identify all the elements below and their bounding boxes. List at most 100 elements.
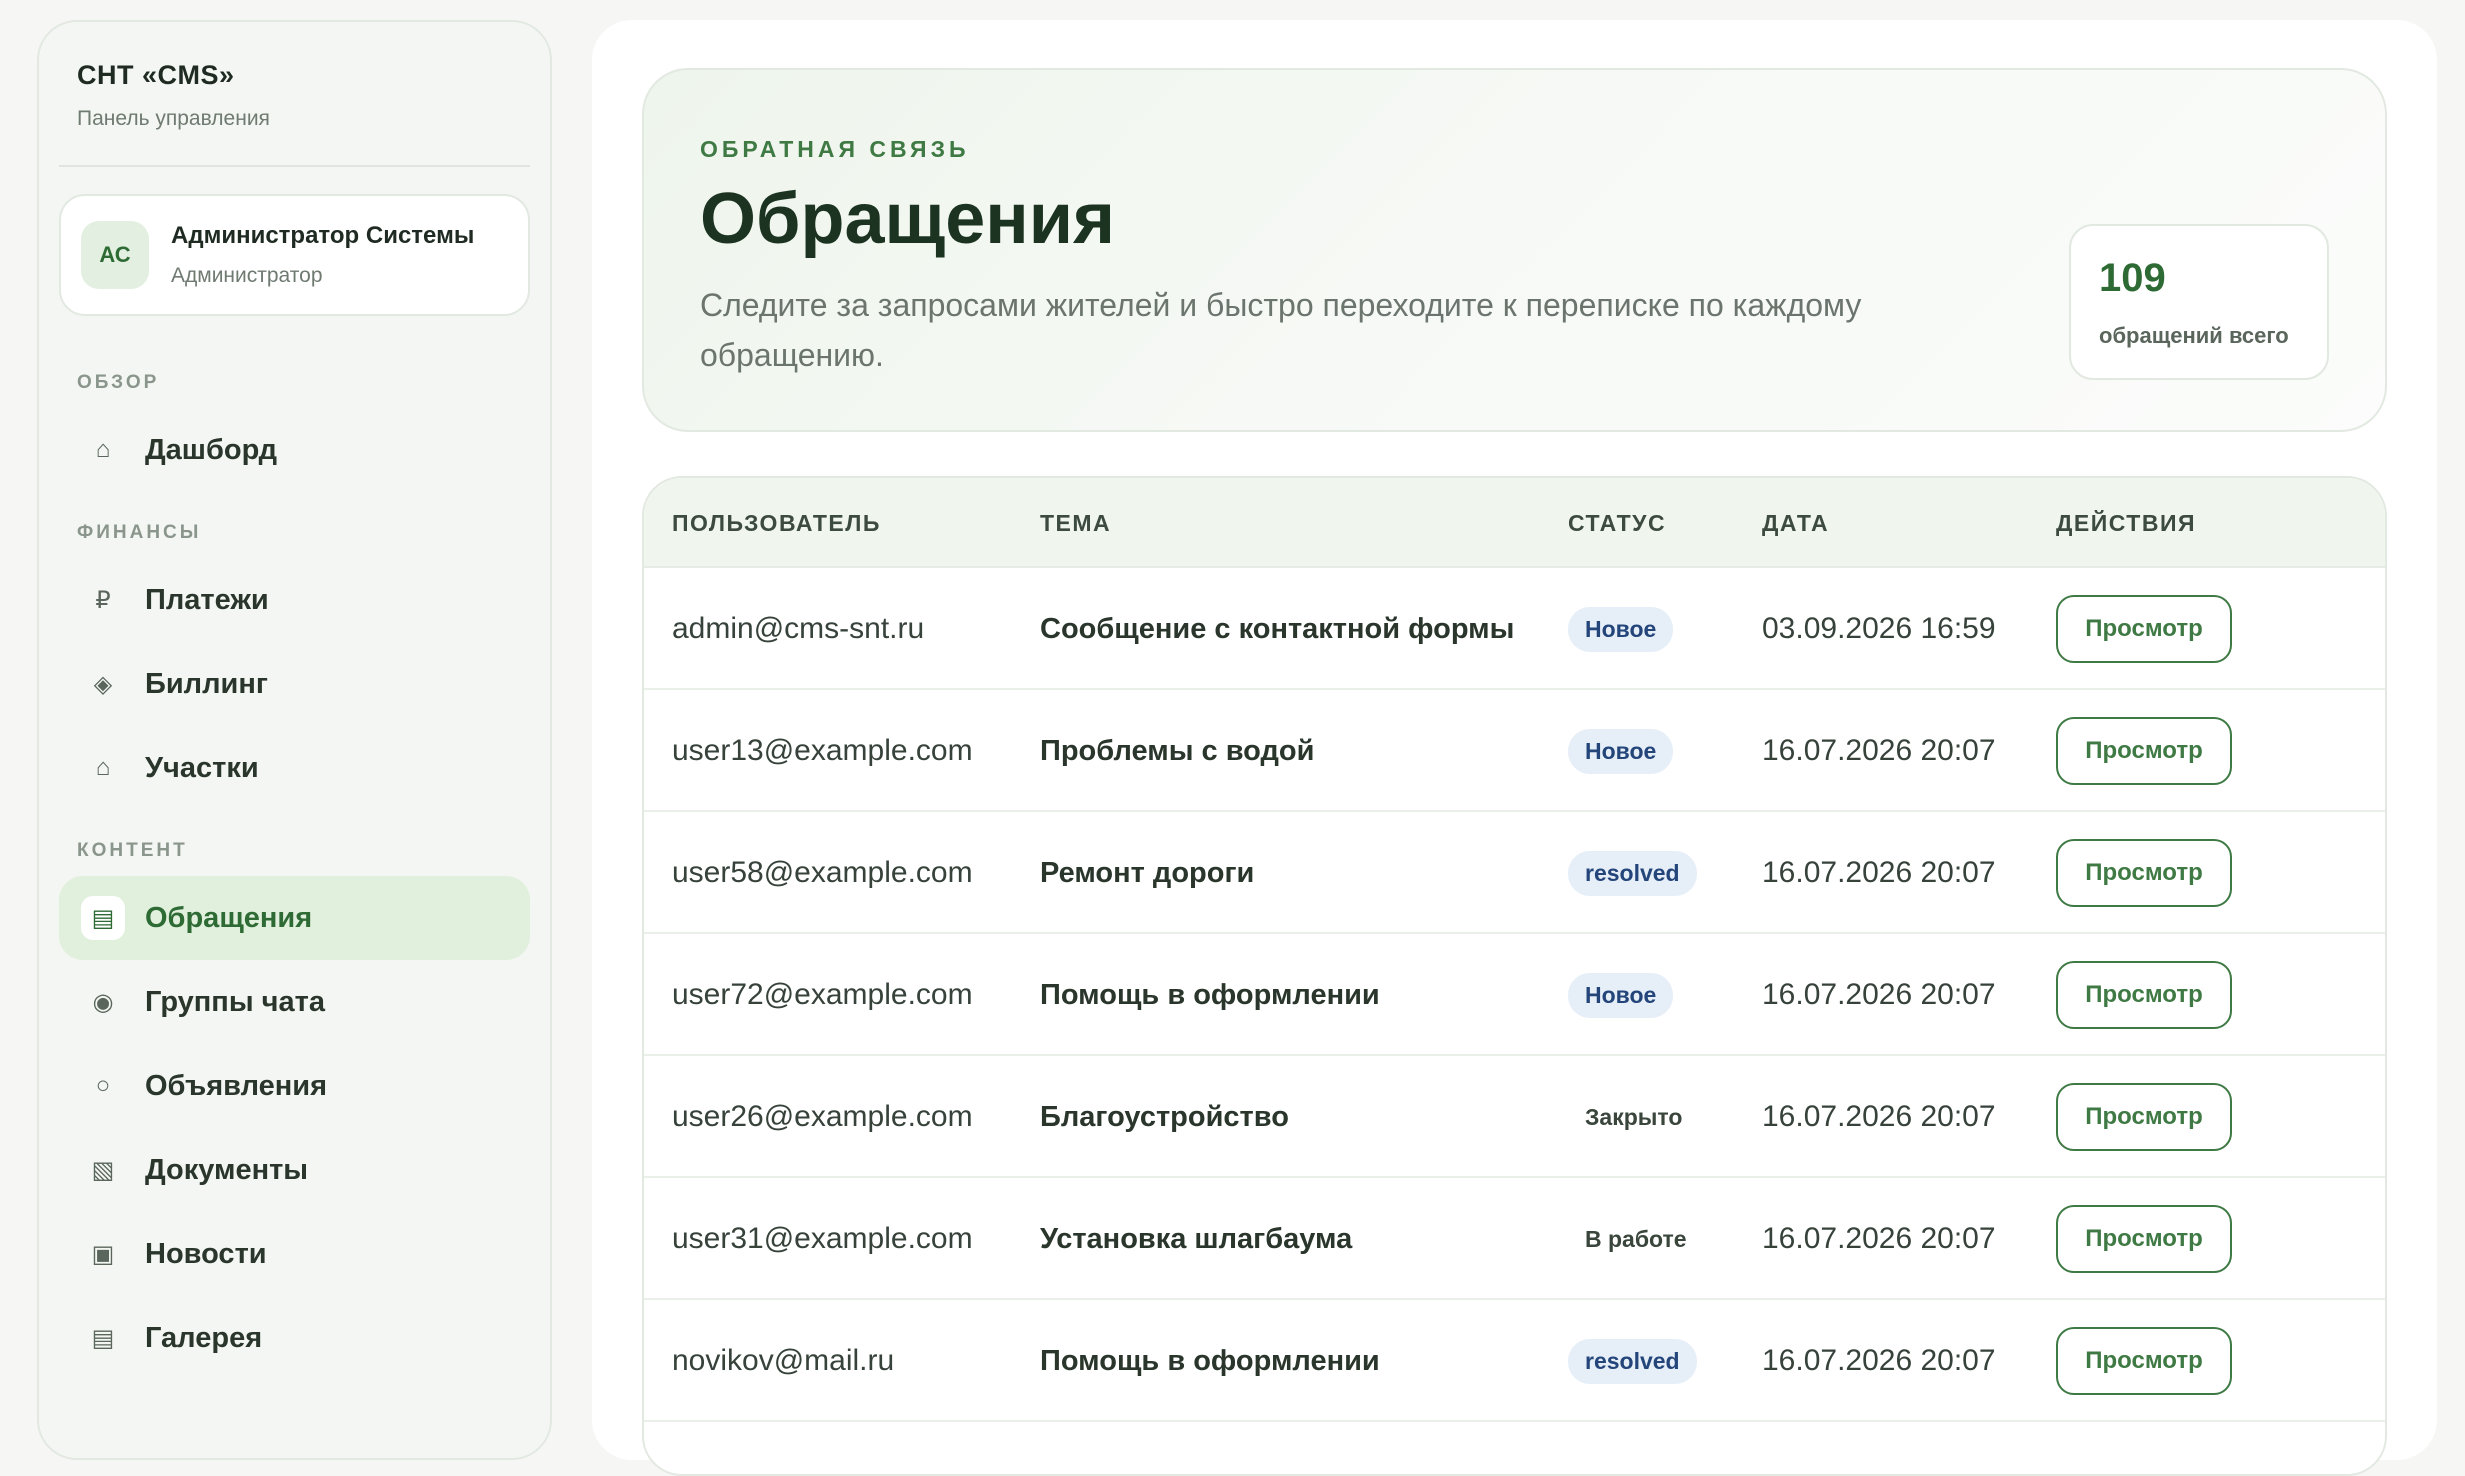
row-topic: Ремонт дороги (1040, 856, 1255, 889)
status-badge: Новое (1568, 728, 1674, 774)
row-date: 16.07.2026 20:07 (1762, 1344, 1996, 1377)
table-row: novikov@mail.ru Помощь в оформлении reso… (644, 1300, 2385, 1422)
view-button[interactable]: Просмотр (2056, 1083, 2232, 1151)
table-row: user58@example.com Ремонт дороги resolve… (644, 812, 2385, 934)
row-actions: Просмотр (2056, 934, 2232, 1056)
house-icon: ⌂ (95, 754, 111, 781)
sidebar-item-documents[interactable]: ▧ Документы (59, 1128, 530, 1212)
table-row: user31@example.com Установка шлагбаума В… (644, 1178, 2385, 1300)
row-user-email: novikov@mail.ru (672, 1344, 895, 1377)
stat-label: обращений всего (2099, 323, 2289, 348)
nav-section-finance: Финансы (77, 522, 202, 543)
row-status: Закрыто (1568, 1056, 1699, 1178)
sidebar-item-news[interactable]: ▣ Новости (59, 1212, 530, 1296)
page-title: Обращения (700, 179, 1116, 259)
news-icon: ▣ (91, 1240, 115, 1268)
table-row: user72@example.com Помощь в оформлении Н… (644, 934, 2385, 1056)
main-panel: Обратная связь Обращения Следите за запр… (592, 20, 2437, 1476)
diamond-icon: ◈ (93, 670, 113, 698)
view-button[interactable]: Просмотр (2056, 595, 2232, 663)
brand-title: СНТ «CMS» (77, 60, 235, 90)
sidebar-item-payments[interactable]: ₽ Платежи (59, 558, 530, 642)
view-button[interactable]: Просмотр (2056, 839, 2232, 907)
page-description: Следите за запросами жителей и быстро пе… (700, 287, 1862, 373)
stat-value: 109 (2099, 256, 2166, 300)
column-header-user[interactable]: Пользователь (672, 478, 881, 568)
row-date: 16.07.2026 20:07 (1762, 856, 1996, 889)
table-row: admin@cms-snt.ru Сообщение с контактной … (644, 568, 2385, 690)
row-date: 16.07.2026 20:07 (1762, 1100, 1996, 1133)
circle-icon: ○ (95, 1072, 111, 1099)
brand-subtitle: Панель управления (77, 107, 270, 130)
row-topic: Сообщение с контактной формы (1040, 612, 1515, 645)
sidebar-item-plots[interactable]: ⌂ Участки (59, 726, 530, 810)
row-status: Новое (1568, 690, 1674, 812)
sidebar: СНТ «CMS» Панель управления АС Администр… (37, 20, 552, 1460)
column-header-date[interactable]: Дата (1762, 478, 1829, 568)
row-date: 16.07.2026 20:07 (1762, 1222, 1996, 1255)
sidebar-item-dashboard[interactable]: ⌂ Дашборд (59, 408, 530, 492)
home-icon: ⌂ (95, 436, 111, 463)
sidebar-item-label: Участки (145, 751, 259, 784)
view-button[interactable]: Просмотр (2056, 1327, 2232, 1395)
status-badge: В работе (1585, 1225, 1687, 1252)
row-topic: Установка шлагбаума (1040, 1222, 1353, 1255)
sidebar-item-gallery[interactable]: ▤ Галерея (59, 1296, 530, 1380)
row-user-email: user72@example.com (672, 978, 973, 1011)
table-header: Пользователь Тема Статус Дата Действия (644, 478, 2385, 568)
row-status: resolved (1568, 1300, 1697, 1422)
row-user-email: user31@example.com (672, 1222, 973, 1255)
status-badge: Новое (1568, 606, 1674, 652)
column-header-topic[interactable]: Тема (1040, 478, 1111, 568)
document-icon: ▧ (91, 1156, 115, 1184)
row-status: Новое (1568, 934, 1674, 1056)
row-topic: Благоустройство (1040, 1100, 1289, 1133)
row-actions: Просмотр (2056, 1178, 2232, 1300)
sidebar-item-label: Дашборд (145, 433, 277, 466)
row-user-email: user26@example.com (672, 1100, 973, 1133)
column-header-actions: Действия (2056, 509, 2197, 536)
sidebar-item-label: Объявления (145, 1069, 328, 1102)
row-status: resolved (1568, 812, 1697, 934)
status-badge: Новое (1568, 972, 1674, 1018)
row-actions: Просмотр (2056, 812, 2232, 934)
column-header-status[interactable]: Статус (1568, 478, 1666, 568)
list-icon: ▤ (81, 896, 125, 940)
view-button[interactable]: Просмотр (2056, 961, 2232, 1029)
row-actions: Просмотр (2056, 568, 2232, 690)
sidebar-item-label: Обращения (145, 901, 313, 934)
sidebar-item-label: Биллинг (145, 667, 268, 700)
nav-section-content: Контент (77, 840, 188, 861)
row-topic: Помощь в оформлении (1040, 978, 1380, 1011)
user-meta: Администратор Системы Администратор (171, 222, 474, 288)
nav-section-overview: Обзор (77, 372, 160, 393)
sidebar-item-billing[interactable]: ◈ Биллинг (59, 642, 530, 726)
ruble-icon: ₽ (95, 586, 111, 614)
table-row: user13@example.com Проблемы с водой Ново… (644, 690, 2385, 812)
status-badge: resolved (1568, 1338, 1697, 1384)
user-card[interactable]: АС Администратор Системы Администратор (59, 194, 530, 316)
gallery-icon: ▤ (91, 1324, 115, 1352)
table-body: admin@cms-snt.ru Сообщение с контактной … (644, 568, 2385, 1422)
row-user-email: user58@example.com (672, 856, 973, 889)
row-user-email: user13@example.com (672, 734, 973, 767)
row-status: В работе (1568, 1178, 1704, 1300)
row-date: 03.09.2026 16:59 (1762, 612, 1996, 645)
row-actions: Просмотр (2056, 1056, 2232, 1178)
requests-table: Пользователь Тема Статус Дата Действия a… (642, 476, 2387, 1476)
sidebar-item-requests[interactable]: ▤ Обращения (59, 876, 530, 960)
user-role: Администратор (171, 264, 323, 287)
sidebar-divider (59, 165, 530, 167)
sidebar-item-label: Галерея (145, 1321, 263, 1354)
view-button[interactable]: Просмотр (2056, 717, 2232, 785)
page-header: Обратная связь Обращения Следите за запр… (642, 68, 2387, 432)
row-topic: Проблемы с водой (1040, 734, 1315, 767)
row-date: 16.07.2026 20:07 (1762, 734, 1996, 767)
row-user-email: admin@cms-snt.ru (672, 612, 925, 645)
sidebar-item-chat-groups[interactable]: ◉ Группы чата (59, 960, 530, 1044)
status-badge: resolved (1568, 850, 1697, 896)
sidebar-item-announcements[interactable]: ○ Объявления (59, 1044, 530, 1128)
page-eyebrow: Обратная связь (700, 136, 970, 162)
row-actions: Просмотр (2056, 690, 2232, 812)
view-button[interactable]: Просмотр (2056, 1205, 2232, 1273)
